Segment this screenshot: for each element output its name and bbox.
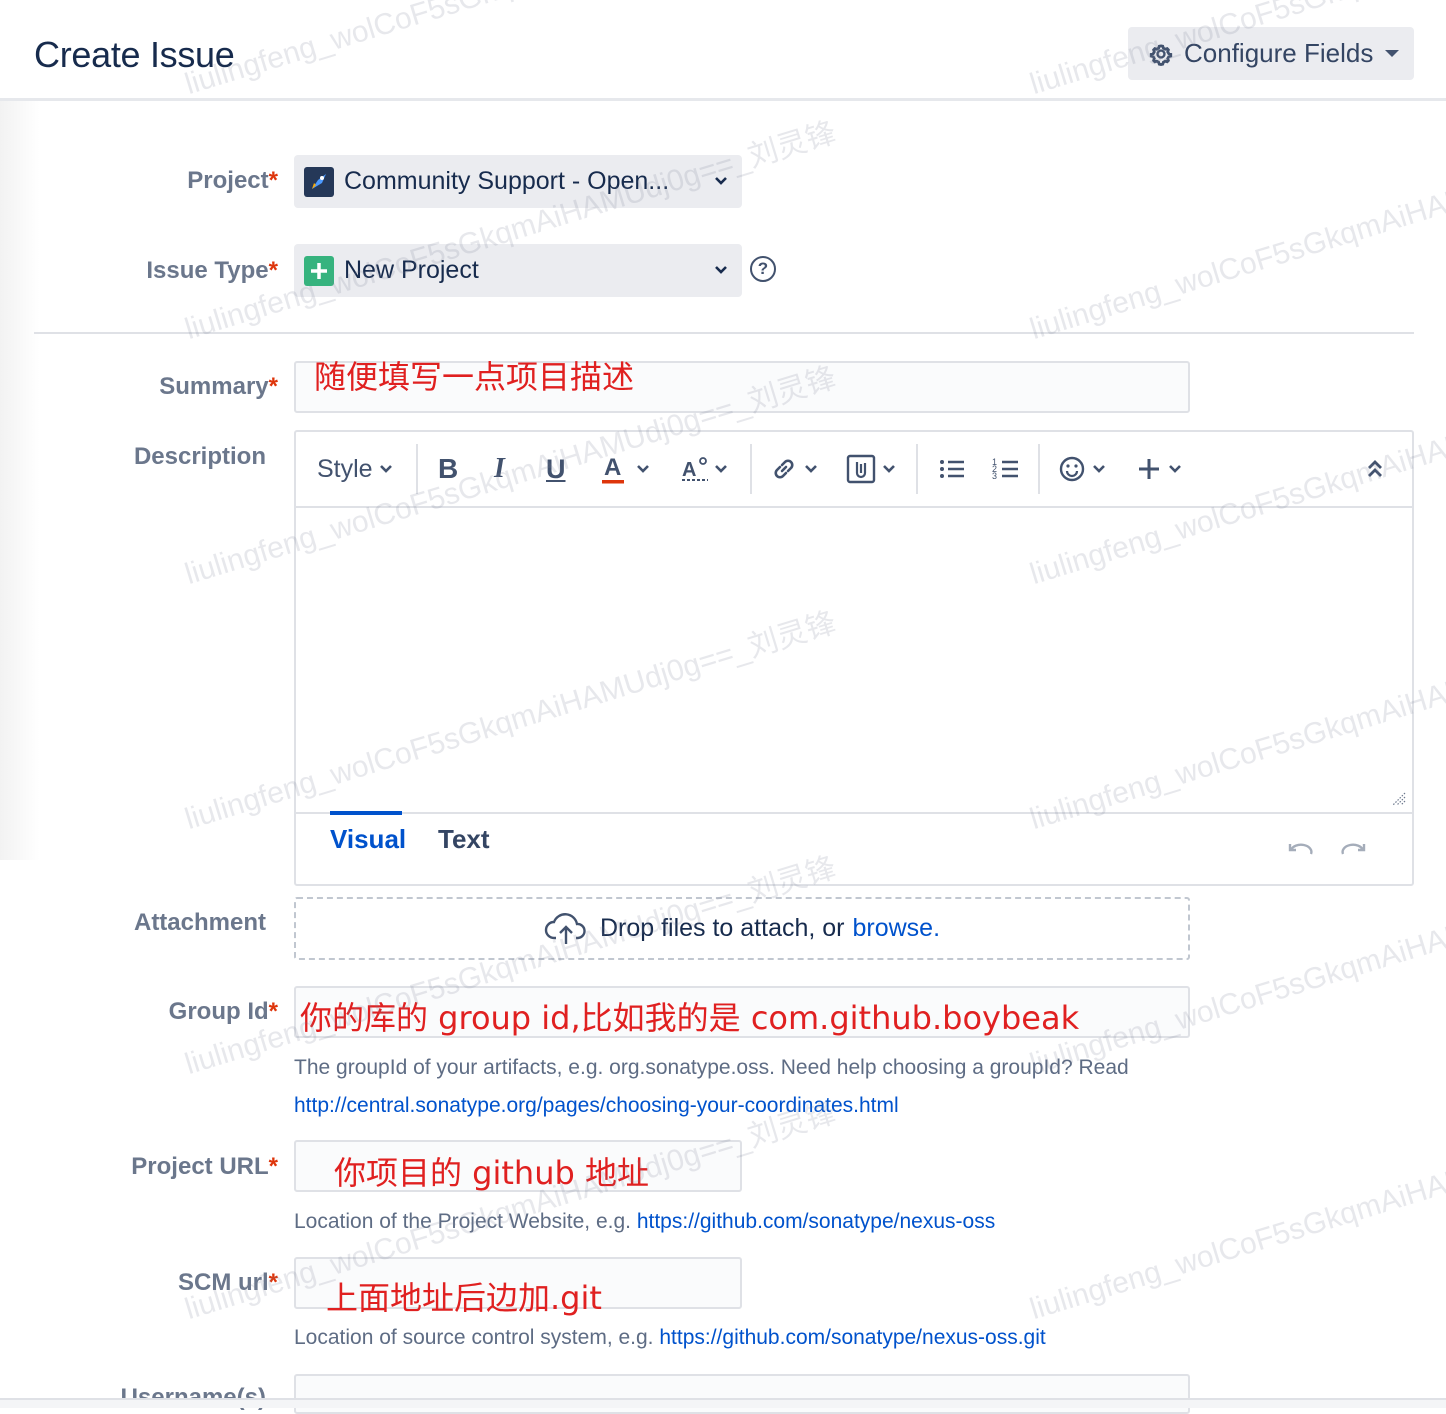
- caret-down-icon: [1385, 50, 1400, 57]
- group-id-annotation: 你的库的 group id,比如我的是 com.github.boybeak: [300, 999, 1080, 1037]
- chevron-down-icon: [1169, 465, 1181, 473]
- attachment-dropzone[interactable]: Drop files to attach, or browse.: [294, 897, 1190, 960]
- scm-url-help-link[interactable]: https://github.com/sonatype/nexus-oss.gi…: [659, 1326, 1045, 1349]
- project-url-help: Location of the Project Website, e.g. ht…: [294, 1210, 996, 1233]
- project-label: Project*: [187, 167, 278, 194]
- help-icon[interactable]: ?: [750, 256, 776, 282]
- scm-url-label: SCM url*: [177, 1269, 278, 1296]
- numbered-list-icon: 123: [992, 457, 1018, 481]
- browse-link[interactable]: browse.: [853, 914, 941, 943]
- chevron-down-icon: [805, 465, 817, 473]
- toolbar-separator: [916, 444, 918, 494]
- tab-text[interactable]: Text: [438, 824, 490, 855]
- undo-icon[interactable]: [1286, 840, 1314, 856]
- section-divider: [34, 332, 1414, 334]
- configure-fields-label: Configure Fields: [1184, 38, 1374, 68]
- chevron-down-icon: [637, 465, 649, 473]
- project-value: Community Support - Open...: [344, 167, 670, 195]
- collapse-toolbar-button[interactable]: [1366, 450, 1384, 488]
- tab-visual[interactable]: Visual: [330, 824, 406, 855]
- scm-url-annotation: 上面地址后边加.git: [326, 1279, 602, 1317]
- text-color-button[interactable]: A: [600, 450, 650, 488]
- plus-square-icon: [304, 255, 334, 286]
- group-id-label: Group Id*: [168, 998, 278, 1025]
- watermark: liulingfeng_wolCoF5sGkqmAiHAMUdj0g==_刘灵锋: [1026, 1096, 1446, 1327]
- chevron-down-icon: [883, 465, 895, 473]
- italic-icon[interactable]: I: [494, 450, 505, 488]
- issue-type-value: New Project: [344, 256, 479, 284]
- summary-label: Summary*: [159, 373, 278, 400]
- usernames-input[interactable]: [294, 1374, 1190, 1414]
- bullet-list-button[interactable]: [938, 450, 966, 488]
- link-icon: [774, 459, 794, 479]
- group-id-help: The groupId of your artifacts, e.g. org.…: [294, 1056, 1129, 1079]
- emoji-button[interactable]: [1058, 450, 1106, 488]
- group-id-help-link[interactable]: http://central.sonatype.org/pages/choosi…: [294, 1094, 899, 1118]
- attachment-button[interactable]: [846, 450, 896, 488]
- bold-icon[interactable]: B: [438, 450, 458, 488]
- chevron-down-icon: [715, 265, 727, 274]
- style-dropdown[interactable]: Style: [317, 450, 393, 488]
- configure-fields-button[interactable]: Configure Fields: [1128, 27, 1414, 80]
- scm-url-help: Location of source control system, e.g. …: [294, 1326, 1046, 1349]
- toolbar-separator: [750, 444, 752, 494]
- chevron-down-icon: [1093, 465, 1105, 473]
- resize-grip-icon[interactable]: [1392, 792, 1406, 806]
- emoji-icon: [1059, 456, 1085, 482]
- chevron-down-icon: [379, 465, 392, 473]
- issue-type-select[interactable]: New Project: [294, 244, 742, 297]
- description-textarea[interactable]: [296, 506, 1412, 812]
- svg-text:A: A: [682, 459, 696, 481]
- more-formatting-button[interactable]: A: [680, 450, 728, 488]
- project-url-help-link[interactable]: https://github.com/sonatype/nexus-oss: [637, 1210, 995, 1233]
- svg-text:A: A: [604, 454, 621, 481]
- text-color-icon: A: [602, 454, 624, 484]
- cloud-upload-icon: [544, 912, 586, 944]
- underline-icon[interactable]: U: [546, 450, 566, 488]
- plus-icon: [1139, 459, 1159, 479]
- dialog-title: Create Issue: [34, 34, 235, 75]
- summary-annotation: 随便填写一点项目描述: [314, 358, 635, 396]
- toolbar-separator: [416, 444, 418, 494]
- bullet-list-icon: [940, 460, 964, 478]
- style-label: Style: [317, 454, 373, 483]
- redo-icon[interactable]: [1340, 840, 1368, 856]
- watermark: liulingfeng_wolCoF5sGkqmAiHAMUdj0g==_刘灵锋: [1026, 116, 1446, 347]
- project-url-annotation: 你项目的 github 地址: [334, 1154, 649, 1192]
- attachment-label: Attachment: [133, 909, 266, 936]
- insert-more-button[interactable]: [1136, 450, 1182, 488]
- rocket-project-icon: [304, 166, 334, 197]
- project-select[interactable]: Community Support - Open...: [294, 155, 742, 208]
- watermark: liulingfeng_wolCoF5sGkqmAiHAMUdj0g==_刘灵锋: [181, 116, 840, 347]
- toolbar-separator: [1038, 444, 1040, 494]
- svg-text:3: 3: [992, 471, 997, 481]
- attachment-icon: [846, 454, 876, 484]
- editor-mode-tabs: Visual Text: [296, 811, 1412, 886]
- issue-type-label: Issue Type*: [146, 257, 278, 284]
- link-button[interactable]: [770, 450, 818, 488]
- dialog-bottom-edge: [0, 1398, 1446, 1408]
- dialog-header: Create Issue Configure Fields: [0, 0, 1446, 101]
- drop-text: Drop files to attach, or: [599, 914, 845, 942]
- numbered-list-button[interactable]: 123: [992, 450, 1020, 488]
- chevron-down-icon: [715, 176, 727, 185]
- description-editor: Style B I U A A 123 Visual Text: [294, 430, 1414, 886]
- description-label: Description: [133, 443, 266, 470]
- editor-toolbar: Style B I U A A 123: [296, 432, 1412, 508]
- double-chevron-up-icon: [1368, 460, 1382, 477]
- gear-icon: [1149, 43, 1173, 66]
- text-format-icon: A: [682, 457, 708, 481]
- chevron-down-icon: [715, 465, 727, 473]
- project-url-label: Project URL*: [131, 1153, 278, 1180]
- active-tab-indicator: [330, 811, 402, 815]
- left-shadow: [0, 100, 40, 860]
